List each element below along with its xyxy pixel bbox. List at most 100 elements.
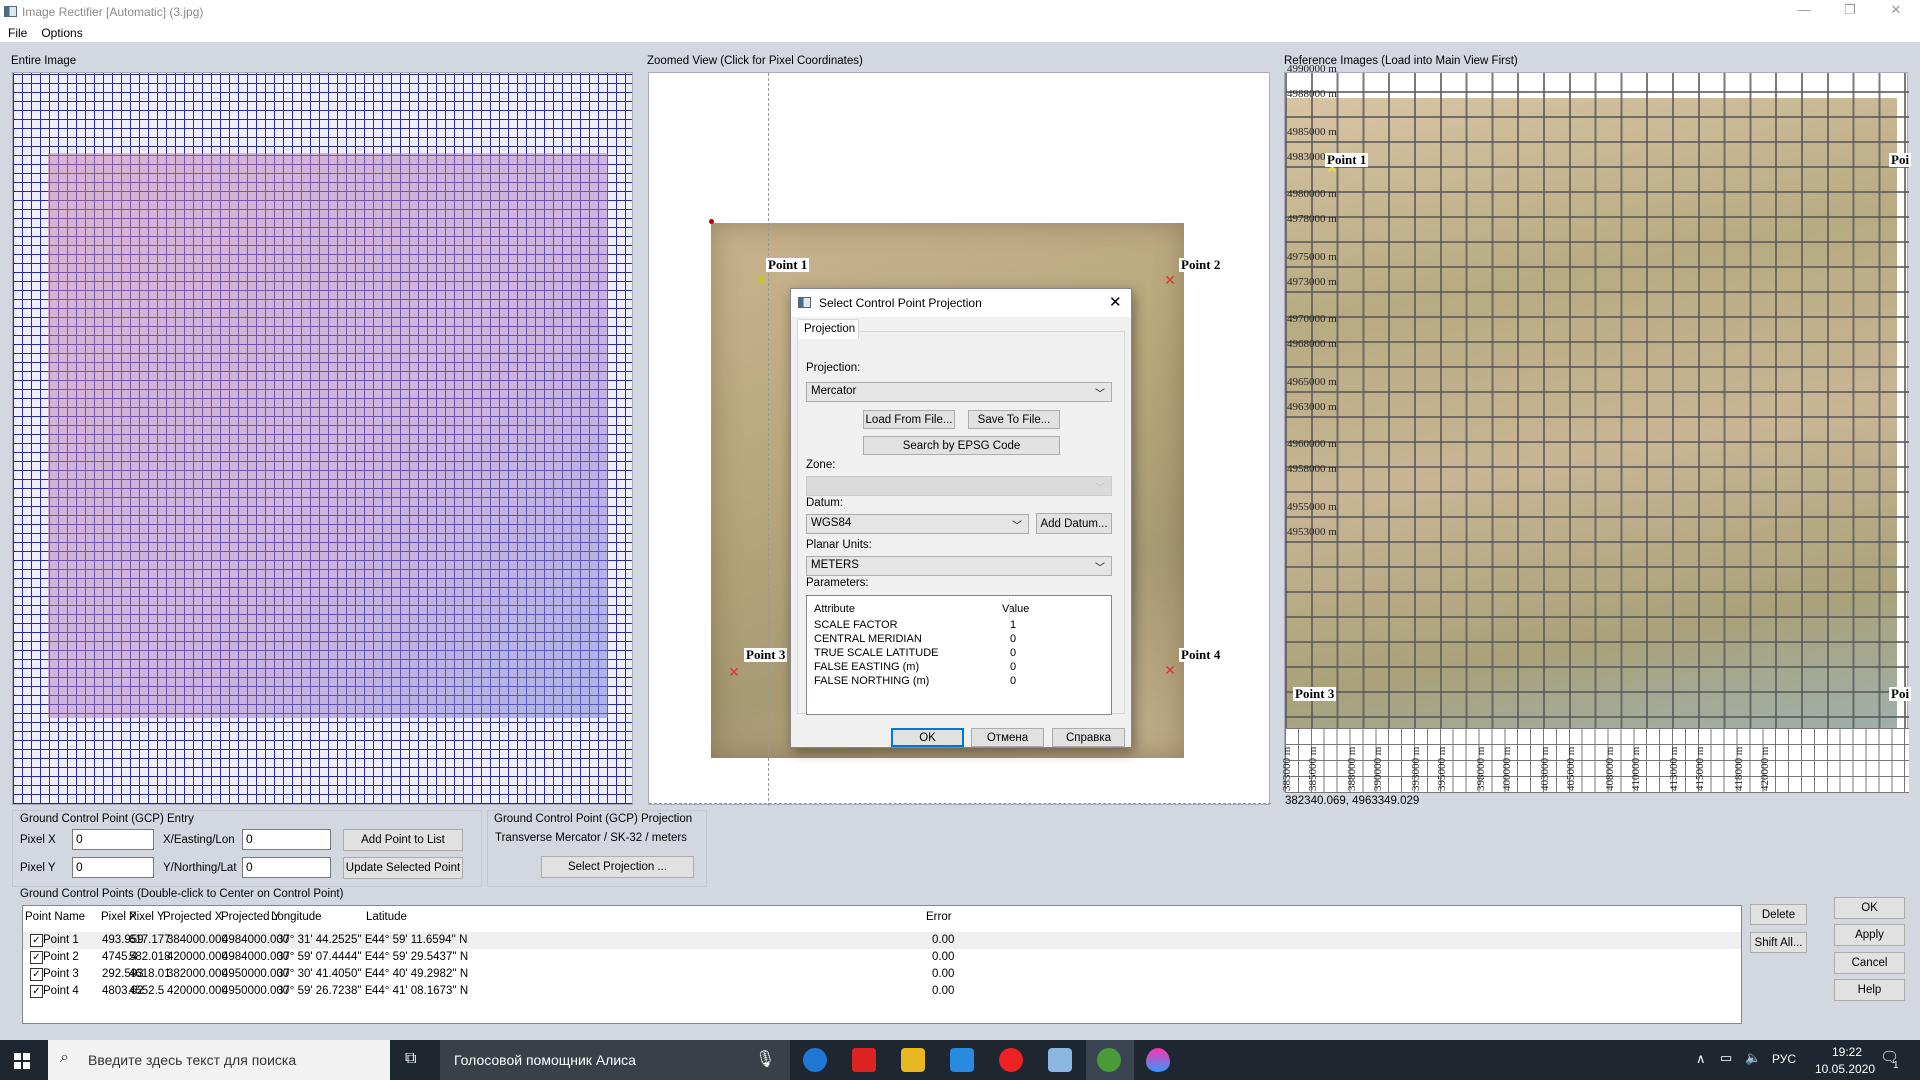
delete-button[interactable]: Delete bbox=[1750, 904, 1807, 925]
table-cell: 37° 59' 07.4444'' E bbox=[277, 951, 373, 963]
edge-icon[interactable] bbox=[803, 1048, 827, 1072]
cancel-button[interactable]: Cancel bbox=[1834, 952, 1905, 974]
pixel-x-label: Pixel X bbox=[20, 834, 56, 846]
globalmapper-icon[interactable] bbox=[1097, 1048, 1121, 1072]
pixel-x-input[interactable]: 0 bbox=[72, 829, 154, 850]
volume-icon[interactable]: 🔈 bbox=[1745, 1050, 1761, 1066]
update-point-button[interactable]: Update Selected Point bbox=[343, 857, 463, 879]
taskbar-search-box[interactable]: ⌕ Введите здесь текст для поиска bbox=[48, 1040, 390, 1080]
microphone-icon[interactable]: 🎙 bbox=[755, 1049, 775, 1069]
param-value: 0 bbox=[1010, 647, 1017, 659]
column-header[interactable]: Error bbox=[926, 911, 952, 923]
column-header[interactable]: Latitude bbox=[366, 911, 407, 923]
crosshair-horizontal bbox=[649, 803, 1271, 804]
x-tick-label: 385000 m bbox=[1307, 746, 1319, 791]
store-icon[interactable] bbox=[950, 1048, 974, 1072]
crosshair-vertical bbox=[768, 73, 769, 806]
apply-button[interactable]: Apply bbox=[1834, 924, 1905, 946]
y-tick-label: 4953000 m bbox=[1287, 525, 1337, 538]
x-tick-label: 403000 m bbox=[1539, 746, 1552, 791]
clock-date[interactable]: 10.05.2020 bbox=[1815, 1062, 1875, 1076]
shift-all-button[interactable]: Shift All... bbox=[1750, 932, 1807, 953]
table-row[interactable]: ✓ Point 1 493.959 617.177 384000.000 4984000.… bbox=[23, 932, 1741, 949]
table-cell: 617.177 bbox=[129, 934, 171, 946]
add-datum-button[interactable]: Add Datum... bbox=[1036, 513, 1112, 534]
projection-select[interactable]: Mercator ﹀ bbox=[806, 382, 1112, 402]
control-point-marker-2[interactable]: ✕ bbox=[1163, 273, 1177, 287]
y-tick-label: 4968000 m bbox=[1287, 338, 1337, 350]
control-point-marker-1[interactable]: ✕ bbox=[754, 273, 768, 287]
dialog-help-button[interactable]: Справка bbox=[1052, 728, 1125, 747]
clock-time[interactable]: 19:22 bbox=[1832, 1045, 1862, 1059]
search-epsg-button[interactable]: Search by EPSG Code bbox=[863, 436, 1060, 455]
network-icon[interactable]: ▭ bbox=[1720, 1050, 1732, 1066]
minimize-button[interactable]: — bbox=[1784, 2, 1824, 22]
row-checkbox[interactable]: ✓ bbox=[30, 934, 43, 947]
menu-options[interactable]: Options bbox=[41, 26, 82, 40]
easting-input[interactable]: 0 bbox=[242, 829, 331, 850]
northing-input[interactable]: 0 bbox=[242, 857, 331, 878]
menu-file[interactable]: File bbox=[8, 26, 27, 40]
help-button[interactable]: Help bbox=[1834, 979, 1905, 1001]
cursor-coordinates: 382340.069, 4963349.029 bbox=[1285, 795, 1420, 807]
table-row[interactable]: ✓ Point 2 4745.4 582.018 420000.000 4984000.0… bbox=[23, 949, 1741, 966]
planar-units-label: Planar Units: bbox=[806, 539, 872, 551]
select-projection-button[interactable]: Select Projection ... bbox=[541, 856, 694, 878]
search-icon: ⌕ bbox=[60, 1049, 69, 1066]
row-checkbox[interactable]: ✓ bbox=[30, 951, 43, 964]
table-cell: 420000.000 bbox=[167, 951, 228, 963]
paint-app-icon[interactable] bbox=[1146, 1048, 1170, 1072]
language-indicator[interactable]: РУС bbox=[1772, 1052, 1796, 1066]
param-attribute: TRUE SCALE LATITUDE bbox=[814, 647, 939, 659]
pixel-y-input[interactable]: 0 bbox=[72, 857, 154, 878]
assistant-bar[interactable]: Голосовой помощник Алиса 🎙 bbox=[440, 1040, 790, 1080]
tray-chevron-icon[interactable]: ∧ bbox=[1696, 1051, 1706, 1067]
load-from-file-button[interactable]: Load From File... bbox=[863, 410, 955, 429]
windows-start-icon[interactable] bbox=[14, 1053, 30, 1069]
column-header[interactable]: Longitude bbox=[271, 911, 322, 923]
entire-image-view[interactable] bbox=[12, 72, 633, 805]
yandex-icon[interactable] bbox=[999, 1048, 1023, 1072]
projection-label: Projection: bbox=[806, 362, 861, 374]
datum-select[interactable]: WGS84 ﹀ bbox=[806, 514, 1029, 534]
restore-button[interactable]: ❐ bbox=[1830, 2, 1870, 22]
x-tick-label: 408000 m bbox=[1603, 746, 1616, 791]
y-tick-label: 4990000 m bbox=[1287, 63, 1337, 75]
column-header[interactable]: Projected X bbox=[163, 911, 222, 923]
control-point-marker-3[interactable]: ✕ bbox=[727, 665, 741, 679]
gcp-table[interactable]: Point Name Pixel X Pixel Y Projected X Proje… bbox=[22, 905, 1742, 1024]
table-row[interactable]: ✓ Point 3 292.593 4618.01 382000.000 4950000.… bbox=[23, 966, 1741, 983]
table-row[interactable]: ✓ Point 4 4803.62 4552.5 420000.000 4950000.0… bbox=[23, 983, 1741, 1000]
y-tick-label: 4975000 m bbox=[1287, 250, 1337, 263]
ok-button[interactable]: OK bbox=[1834, 897, 1905, 919]
yandex-browser-icon[interactable] bbox=[852, 1048, 876, 1072]
planar-units-select[interactable]: METERS ﹀ bbox=[806, 556, 1112, 576]
dialog-cancel-button[interactable]: Отмена bbox=[971, 728, 1044, 747]
dialog-ok-button[interactable]: OK bbox=[891, 728, 964, 747]
parameters-table[interactable]: Attribute Value SCALE FACTOR 1 CENTRAL MER… bbox=[806, 595, 1112, 715]
task-view-icon[interactable]: ⧉ bbox=[405, 1050, 416, 1068]
chevron-down-icon: ﹀ bbox=[1012, 521, 1022, 532]
reference-grid bbox=[1285, 73, 1909, 793]
close-button[interactable]: ✕ bbox=[1876, 2, 1916, 22]
zoomed-view-label: Zoomed View (Click for Pixel Coordinates… bbox=[647, 55, 863, 67]
param-value: 1 bbox=[1010, 619, 1017, 631]
control-point-marker-4[interactable]: ✕ bbox=[1163, 663, 1177, 677]
notepad-app-icon[interactable] bbox=[1048, 1048, 1072, 1072]
menu-bar: File Options bbox=[0, 24, 1920, 42]
dialog-close-icon[interactable]: ✕ bbox=[1109, 293, 1122, 311]
param-attribute: FALSE NORTHING (m) bbox=[814, 675, 930, 687]
save-to-file-button[interactable]: Save To File... bbox=[968, 410, 1060, 429]
row-checkbox[interactable]: ✓ bbox=[30, 968, 43, 981]
x-tick-label: 400000 m bbox=[1500, 746, 1513, 791]
tab-projection[interactable]: Projection bbox=[797, 319, 859, 339]
reference-image-view[interactable]: 4990000 m 4988000 m 4985000 m 4983000 m 4980… bbox=[1281, 63, 1912, 793]
datum-value: WGS84 bbox=[811, 517, 852, 529]
column-header[interactable]: Point Name bbox=[25, 911, 85, 923]
add-point-button[interactable]: Add Point to List bbox=[343, 829, 463, 851]
reference-point-label-1: Point 1 bbox=[1325, 152, 1369, 167]
column-header[interactable]: Pixel Y bbox=[129, 911, 165, 923]
file-explorer-icon[interactable] bbox=[901, 1048, 925, 1072]
gcp-projection-value: Transverse Mercator / SK-32 / meters bbox=[495, 832, 687, 844]
row-checkbox[interactable]: ✓ bbox=[30, 985, 43, 998]
